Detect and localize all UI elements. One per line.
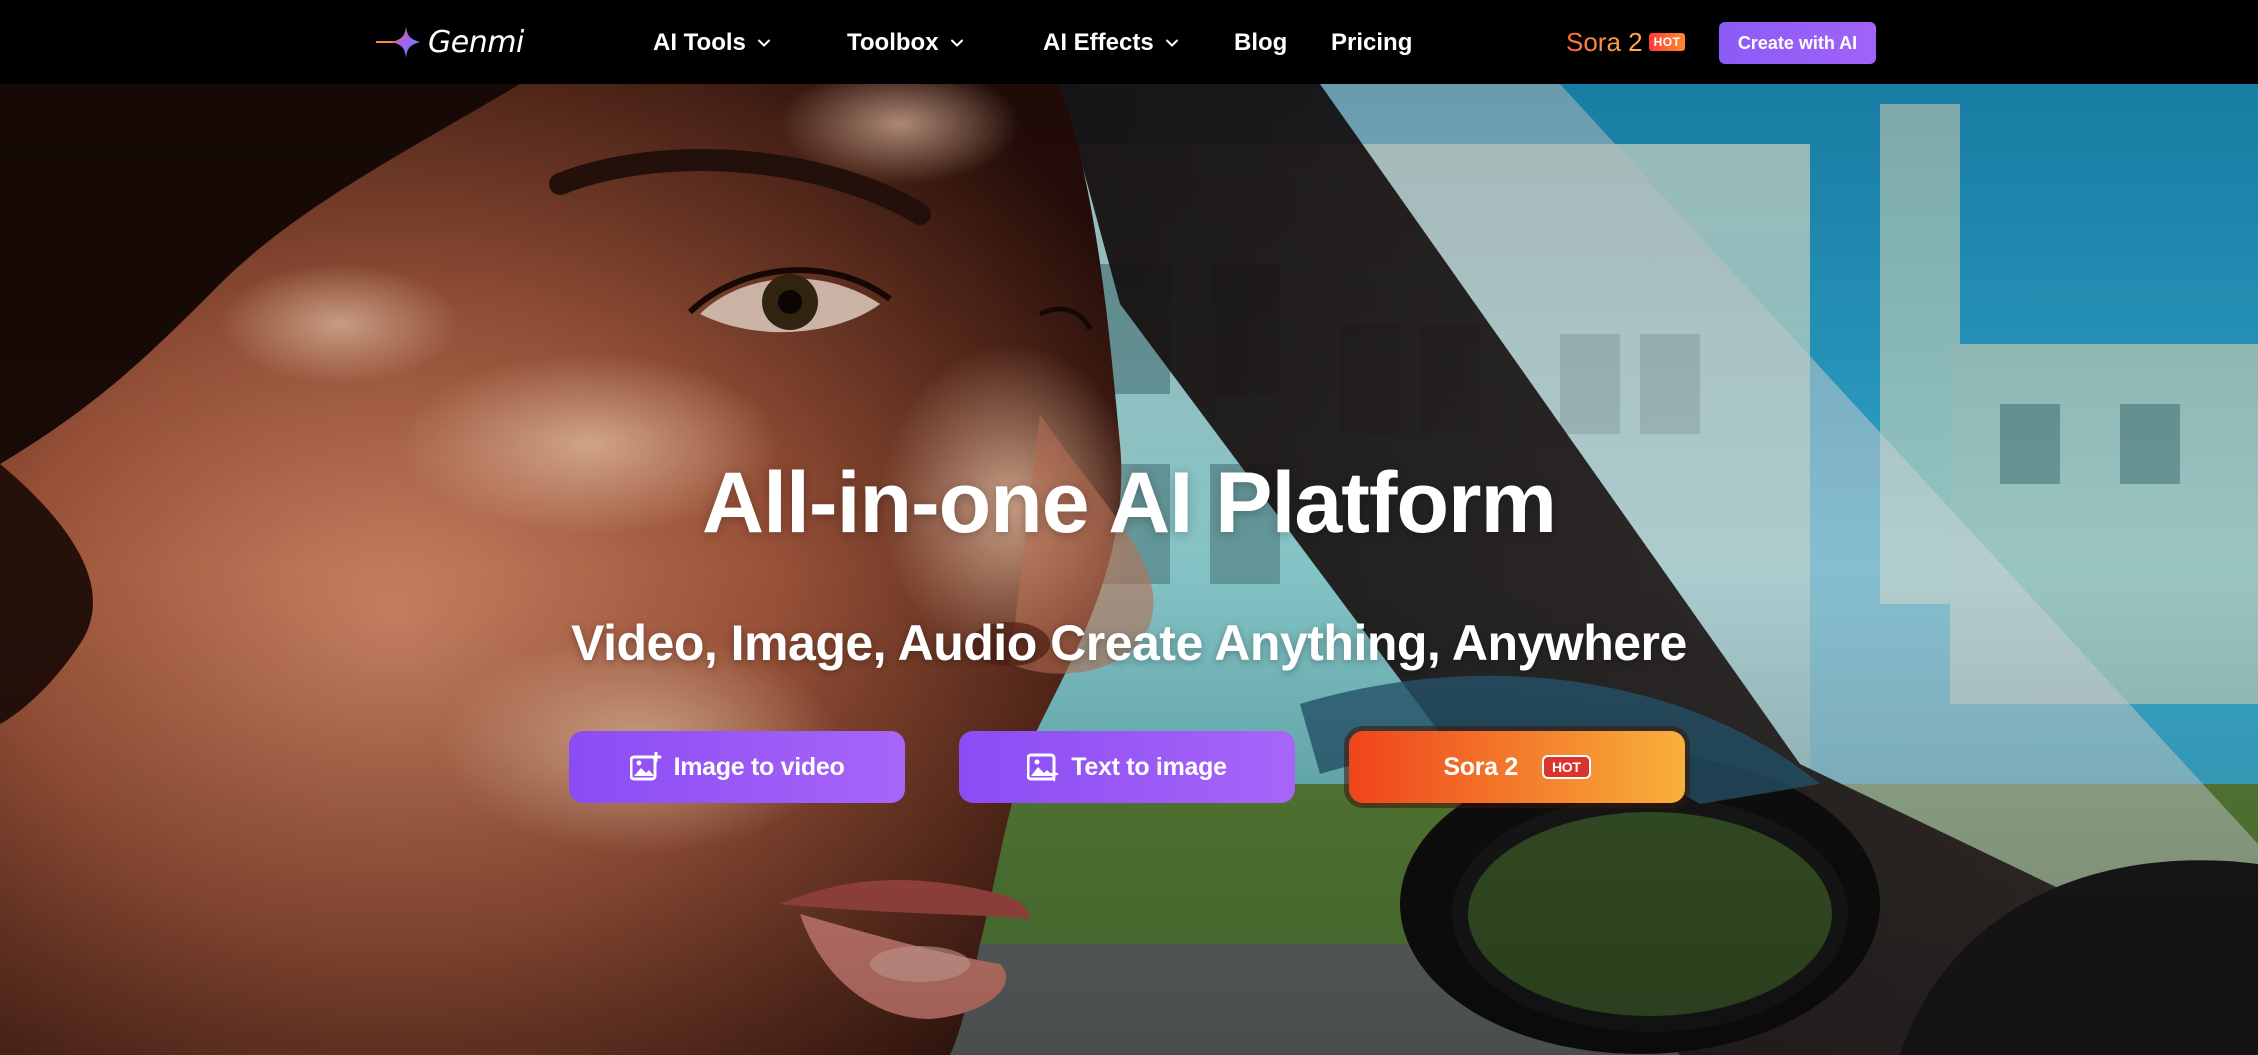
logo[interactable]: Genmi bbox=[376, 22, 524, 62]
top-nav: Genmi AI Tools Toolbox AI Effects Blog P… bbox=[0, 0, 2258, 84]
chevron-down-icon bbox=[1165, 39, 1178, 47]
nav-blog-label: Blog bbox=[1234, 29, 1288, 56]
nav-sora-2-label: Sora 2 bbox=[1566, 26, 1643, 57]
nav-ai-effects[interactable]: AI Effects bbox=[1043, 26, 1180, 60]
nav-ai-effects-label: AI Effects bbox=[1043, 29, 1154, 56]
nav-toolbox[interactable]: Toolbox bbox=[847, 26, 965, 60]
nav-ai-tools-label: AI Tools bbox=[653, 29, 746, 56]
nav-pricing-label: Pricing bbox=[1331, 29, 1413, 56]
hot-badge: HOT bbox=[1648, 33, 1686, 51]
hero-title: All-in-one AI Platform bbox=[702, 455, 1557, 551]
image-icon bbox=[1027, 753, 1059, 782]
nav-pricing[interactable]: Pricing bbox=[1331, 26, 1412, 60]
hero-subtitle: Video, Image, Audio Create Anything, Any… bbox=[571, 615, 1687, 671]
image-to-video-label: Image to video bbox=[673, 752, 845, 781]
nav-blog[interactable]: Blog bbox=[1234, 26, 1287, 60]
create-with-ai-button[interactable]: Create with AI bbox=[1719, 22, 1876, 64]
nav-ai-tools[interactable]: AI Tools bbox=[653, 26, 772, 60]
text-to-image-label: Text to image bbox=[1071, 752, 1227, 781]
image-video-icon bbox=[629, 752, 662, 781]
hot-badge: HOT bbox=[1541, 755, 1591, 779]
sparkle-logo-icon bbox=[376, 26, 420, 58]
sora-2-button-label: Sora 2 bbox=[1443, 752, 1518, 781]
hero-background-image bbox=[0, 84, 2258, 1055]
nav-toolbox-label: Toolbox bbox=[847, 29, 939, 56]
image-to-video-button[interactable]: Image to video bbox=[569, 731, 905, 803]
logo-text: Genmi bbox=[428, 24, 524, 60]
sora-2-button[interactable]: Sora 2 HOT bbox=[1349, 731, 1685, 803]
hero-section: All-in-one AI Platform Video, Image, Aud… bbox=[0, 84, 2258, 1055]
chevron-down-icon bbox=[950, 39, 963, 47]
text-to-image-button[interactable]: Text to image bbox=[959, 731, 1295, 803]
chevron-down-icon bbox=[757, 39, 770, 47]
nav-sora-2[interactable]: Sora 2 HOT bbox=[1566, 24, 1686, 60]
